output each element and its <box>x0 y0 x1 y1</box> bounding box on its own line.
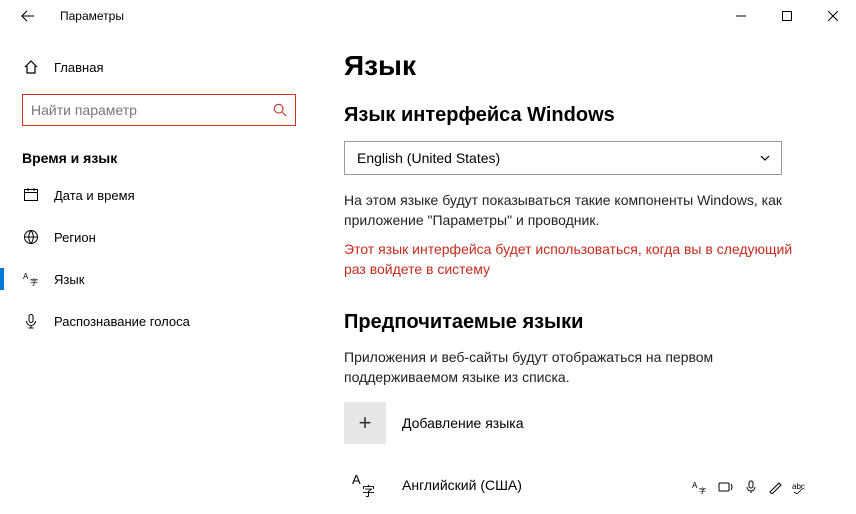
globe-icon <box>22 228 40 246</box>
svg-text:A: A <box>352 472 361 487</box>
display-language-description: На этом языке будут показываться такие к… <box>344 191 804 230</box>
add-language-button[interactable]: + Добавление языка <box>344 402 808 444</box>
add-language-label: Добавление языка <box>402 415 524 431</box>
preferred-languages-heading: Предпочитаемые языки <box>344 311 808 334</box>
close-icon <box>828 11 838 21</box>
sidebar-item-region[interactable]: Регион <box>0 216 320 258</box>
maximize-button[interactable] <box>764 0 810 32</box>
sidebar-item-label: Язык <box>54 272 84 287</box>
feature-text-to-speech-icon <box>718 480 734 494</box>
home-button[interactable]: Главная <box>0 50 320 84</box>
sidebar-item-speech[interactable]: Распознавание голоса <box>0 300 320 342</box>
language-item-label: Английский (США) <box>402 477 522 493</box>
search-box[interactable] <box>22 94 296 126</box>
svg-text:字: 字 <box>699 486 706 494</box>
display-language-warning: Этот язык интерфейса будет использоватьс… <box>344 240 804 279</box>
microphone-icon <box>22 312 40 330</box>
sidebar-item-label: Распознавание голоса <box>54 314 190 329</box>
sidebar: Главная Время и язык Дата и время Регион… <box>0 32 320 514</box>
home-icon <box>22 58 40 76</box>
feature-speech-icon <box>744 480 758 494</box>
sidebar-item-label: Регион <box>54 230 96 245</box>
preferred-languages-description: Приложения и веб-сайты будут отображатьс… <box>344 348 804 387</box>
dropdown-value: English (United States) <box>357 150 500 166</box>
minimize-icon <box>736 11 746 21</box>
maximize-icon <box>782 11 792 21</box>
arrow-left-icon <box>21 9 35 23</box>
chevron-down-icon <box>759 152 771 164</box>
titlebar: Параметры <box>0 0 856 32</box>
feature-display-icon: A字 <box>692 480 708 494</box>
feature-spellcheck-icon: abc <box>792 480 810 494</box>
back-button[interactable] <box>14 2 42 30</box>
language-glyph-icon: A字 <box>344 464 386 506</box>
sidebar-item-language[interactable]: A字 Язык <box>0 258 320 300</box>
sidebar-item-date-time[interactable]: Дата и время <box>0 174 320 216</box>
display-language-heading: Язык интерфейса Windows <box>344 104 808 127</box>
svg-text:字: 字 <box>30 277 38 287</box>
close-button[interactable] <box>810 0 856 32</box>
minimize-button[interactable] <box>718 0 764 32</box>
calendar-clock-icon <box>22 186 40 204</box>
language-icon: A字 <box>22 270 40 288</box>
window-title: Параметры <box>60 9 124 23</box>
plus-icon: + <box>344 402 386 444</box>
svg-text:abc: abc <box>792 482 805 491</box>
home-label: Главная <box>54 60 103 75</box>
feature-handwriting-icon <box>768 480 782 494</box>
content-area: Язык Язык интерфейса Windows English (Un… <box>320 32 856 514</box>
svg-text:字: 字 <box>362 484 375 499</box>
svg-text:A: A <box>692 481 698 490</box>
display-language-dropdown[interactable]: English (United States) <box>344 141 782 175</box>
search-icon <box>273 103 287 117</box>
sidebar-item-label: Дата и время <box>54 188 135 203</box>
search-input[interactable] <box>31 102 273 118</box>
page-title: Язык <box>344 50 808 82</box>
language-feature-icons: A字 abc <box>692 480 810 494</box>
svg-text:A: A <box>23 272 29 281</box>
section-title: Время и язык <box>0 134 320 174</box>
